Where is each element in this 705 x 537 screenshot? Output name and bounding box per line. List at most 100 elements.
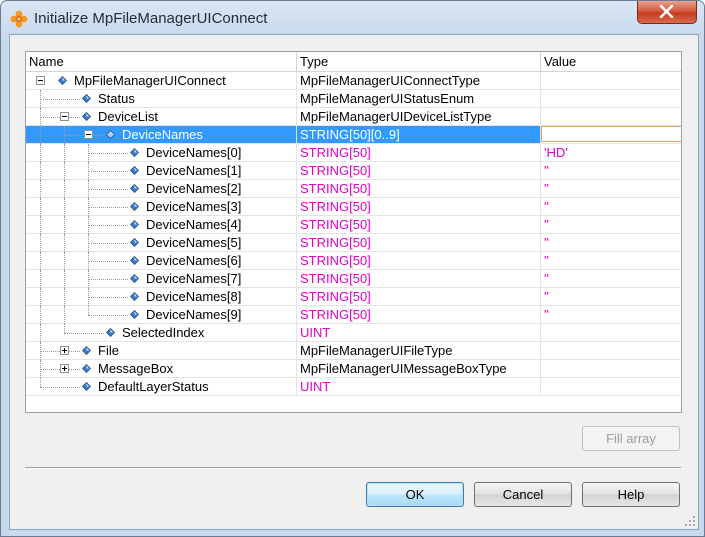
tree-row[interactable]: DeviceNames[9] STRING[50] '' — [26, 306, 681, 324]
tree-row[interactable]: SelectedIndex UINT — [26, 324, 681, 342]
minus-box-icon[interactable] — [60, 112, 69, 121]
tree-row[interactable]: DeviceNames[4] STRING[50] '' — [26, 216, 681, 234]
type-cell: STRING[50] — [296, 144, 540, 161]
title-bar[interactable]: Initialize MpFileManagerUIConnect — [1, 1, 704, 35]
dialog-client-area: Name Type Value MpFileManagerUIConnect Mp… — [9, 34, 699, 530]
tree-row[interactable]: DeviceNames[5] STRING[50] '' — [26, 234, 681, 252]
name-cell[interactable]: DeviceNames[2] — [26, 180, 295, 198]
tree-line — [88, 261, 128, 262]
value-cell[interactable]: '' — [540, 162, 681, 179]
tree-grid[interactable]: Name Type Value MpFileManagerUIConnect Mp… — [25, 51, 682, 413]
node-name: DeviceNames[7] — [146, 271, 242, 286]
tree-row[interactable]: DeviceNames[0] STRING[50] 'HD' — [26, 144, 681, 162]
value-edit-box[interactable] — [541, 126, 681, 142]
tree-line — [88, 171, 128, 172]
value-cell[interactable] — [540, 378, 681, 395]
cancel-button[interactable]: Cancel — [474, 482, 572, 507]
tree-line — [40, 234, 41, 252]
tree-row[interactable]: MessageBox MpFileManagerUIMessageBoxType — [26, 360, 681, 378]
type-cell: MpFileManagerUIDeviceListType — [296, 108, 540, 125]
column-header-value[interactable]: Value — [541, 52, 681, 71]
tree-row[interactable]: DefaultLayerStatus UINT — [26, 378, 681, 396]
tree-line — [40, 324, 41, 342]
type-cell: STRING[50] — [296, 306, 540, 323]
tree-line — [64, 306, 65, 324]
tree-row[interactable]: MpFileManagerUIConnect MpFileManagerUICon… — [26, 72, 681, 90]
name-cell[interactable]: Status — [26, 90, 295, 108]
diamond-icon — [130, 184, 139, 193]
value-cell[interactable]: 'HD' — [540, 144, 681, 161]
value-cell[interactable]: '' — [540, 180, 681, 197]
tree-line — [88, 153, 128, 154]
name-cell[interactable]: SelectedIndex — [26, 324, 295, 342]
name-cell[interactable]: DeviceNames[0] — [26, 144, 295, 162]
node-name: DeviceNames[6] — [146, 253, 242, 268]
value-cell[interactable] — [540, 126, 681, 143]
value-cell[interactable]: '' — [540, 216, 681, 233]
node-name: DeviceNames — [122, 127, 203, 142]
name-cell[interactable]: DeviceNames[3] — [26, 198, 295, 216]
tree-row[interactable]: File MpFileManagerUIFileType — [26, 342, 681, 360]
tree-line — [88, 189, 128, 190]
tree-line — [88, 243, 128, 244]
value-cell[interactable]: '' — [540, 234, 681, 251]
value-cell[interactable] — [540, 360, 681, 377]
value-cell[interactable] — [540, 72, 681, 89]
tree-row[interactable]: DeviceList MpFileManagerUIDeviceListType — [26, 108, 681, 126]
tree-line — [64, 162, 65, 180]
value-cell[interactable]: '' — [540, 198, 681, 215]
name-cell[interactable]: DefaultLayerStatus — [26, 378, 295, 395]
help-button[interactable]: Help — [582, 482, 680, 507]
tree-row[interactable]: DeviceNames[1] STRING[50] '' — [26, 162, 681, 180]
value-cell[interactable]: '' — [540, 270, 681, 287]
tree-row[interactable]: DeviceNames[8] STRING[50] '' — [26, 288, 681, 306]
type-cell: STRING[50] — [296, 234, 540, 251]
name-cell[interactable]: DeviceNames[1] — [26, 162, 295, 180]
value-cell[interactable] — [540, 90, 681, 107]
name-cell[interactable]: MessageBox — [26, 360, 295, 378]
value-cell[interactable] — [540, 342, 681, 359]
name-cell[interactable]: File — [26, 342, 295, 360]
tree-row[interactable]: DeviceNames[3] STRING[50] '' — [26, 198, 681, 216]
tree-line — [88, 306, 89, 315]
node-name: DeviceNames[8] — [146, 289, 242, 304]
diamond-icon — [106, 328, 115, 337]
value-cell[interactable]: '' — [540, 252, 681, 269]
ok-button[interactable]: OK — [366, 482, 464, 507]
node-name: SelectedIndex — [122, 325, 205, 340]
tree-line — [40, 387, 80, 388]
close-button[interactable] — [637, 1, 697, 24]
tree-row[interactable]: DeviceNames[6] STRING[50] '' — [26, 252, 681, 270]
name-cell[interactable]: DeviceNames[9] — [26, 306, 295, 324]
type-cell: STRING[50][0..9] — [296, 126, 540, 143]
type-cell: STRING[50] — [296, 162, 540, 179]
name-cell[interactable]: DeviceNames[5] — [26, 234, 295, 252]
column-header-type[interactable]: Type — [297, 52, 540, 71]
tree-line — [64, 324, 65, 333]
name-cell[interactable]: DeviceNames[7] — [26, 270, 295, 288]
tree-row[interactable]: Status MpFileManagerUIStatusEnum — [26, 90, 681, 108]
value-cell[interactable]: '' — [540, 306, 681, 323]
minus-box-icon[interactable] — [36, 76, 45, 85]
tree-line — [40, 252, 41, 270]
minus-box-icon[interactable] — [84, 130, 93, 139]
name-cell[interactable]: MpFileManagerUIConnect — [26, 72, 295, 89]
name-cell[interactable]: DeviceNames — [26, 126, 295, 144]
name-cell[interactable]: DeviceNames[4] — [26, 216, 295, 234]
column-header-name[interactable]: Name — [26, 52, 296, 71]
resize-grip-icon[interactable] — [684, 515, 696, 527]
tree-line — [40, 306, 41, 324]
plus-box-icon[interactable] — [60, 346, 69, 355]
name-cell[interactable]: DeviceNames[8] — [26, 288, 295, 306]
name-cell[interactable]: DeviceNames[6] — [26, 252, 295, 270]
tree-row[interactable]: DeviceNames STRING[50][0..9] — [26, 126, 681, 144]
plus-box-icon[interactable] — [60, 364, 69, 373]
tree-row[interactable]: DeviceNames[2] STRING[50] '' — [26, 180, 681, 198]
value-cell[interactable] — [540, 108, 681, 125]
name-cell[interactable]: DeviceList — [26, 108, 295, 126]
tree-row[interactable]: DeviceNames[7] STRING[50] '' — [26, 270, 681, 288]
value-cell[interactable] — [540, 324, 681, 341]
fill-array-button[interactable]: Fill array — [582, 426, 680, 451]
value-cell[interactable]: '' — [540, 288, 681, 305]
grid-rows: MpFileManagerUIConnect MpFileManagerUICon… — [26, 72, 681, 396]
